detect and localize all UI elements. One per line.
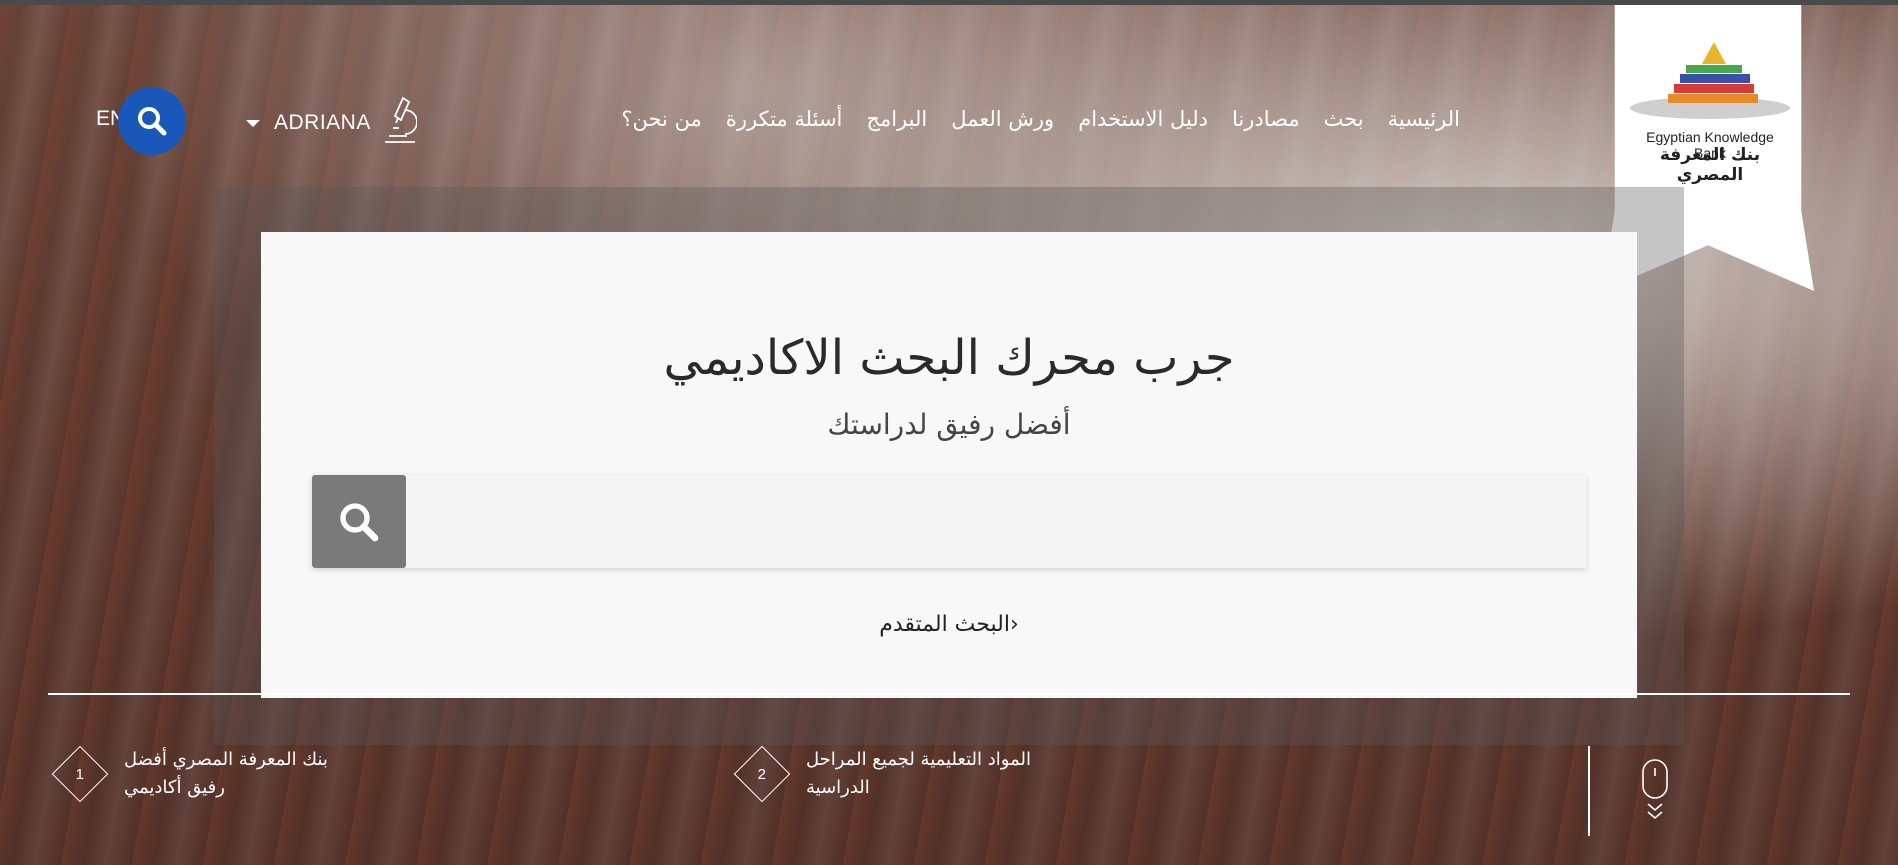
user-name: ADRIANA [274, 111, 371, 134]
search-icon [340, 502, 379, 541]
nav-item-sources[interactable]: مصادرنا [1232, 107, 1300, 131]
feature-item-2: 2 المواد التعليمية لجميع المراحل الدراسي… [733, 745, 1036, 803]
nav-item-faq[interactable]: أسئلة متكررة [726, 107, 843, 131]
logo-mark [1628, 38, 1792, 126]
advanced-search-link[interactable]: البحث المتقدم› [261, 612, 1637, 637]
nav-item-guide[interactable]: دليل الاستخدام [1078, 107, 1208, 131]
scroll-down-icon[interactable] [1641, 758, 1669, 830]
microscope-icon [381, 96, 418, 150]
search-submit-button[interactable] [312, 475, 406, 568]
feature-text: بنك المعرفة المصري أفضل رفيق أكاديمي [124, 749, 328, 798]
nav-item-search[interactable]: بحث [1324, 107, 1364, 131]
nav-item-workshops[interactable]: ورش العمل [951, 107, 1054, 131]
logo-text-arabic: بنك المعرفة المصري [1659, 145, 1761, 185]
nav-item-home[interactable]: الرئيسية [1388, 107, 1460, 131]
feature-item-1: 1 بنك المعرفة المصري أفضل رفيق أكاديمي [51, 745, 354, 803]
user-menu[interactable]: ADRIANA [246, 96, 418, 150]
main-nav: الرئيسية بحث مصادرنا دليل الاستخدام ورش … [530, 104, 1460, 134]
number-badge: 1 [51, 745, 109, 803]
nav-item-about[interactable]: من نحن؟ [621, 107, 701, 131]
search-field-container [312, 475, 1586, 570]
number-badge: 2 [733, 745, 791, 803]
divider [48, 693, 1850, 695]
search-icon [138, 107, 167, 136]
vertical-divider [1588, 746, 1590, 836]
search-input[interactable] [412, 475, 1576, 570]
chevron-down-icon [246, 119, 260, 127]
header-search-button[interactable] [118, 87, 186, 155]
feature-text: المواد التعليمية لجميع المراحل الدراسية [806, 749, 1031, 798]
page-subtitle: أفضل رفيق لدراستك [827, 408, 1071, 441]
top-border [0, 0, 1898, 5]
nav-item-programs[interactable]: البرامج [866, 107, 927, 131]
page-title: جرب محرك البحث الاكاديمي [663, 330, 1235, 386]
